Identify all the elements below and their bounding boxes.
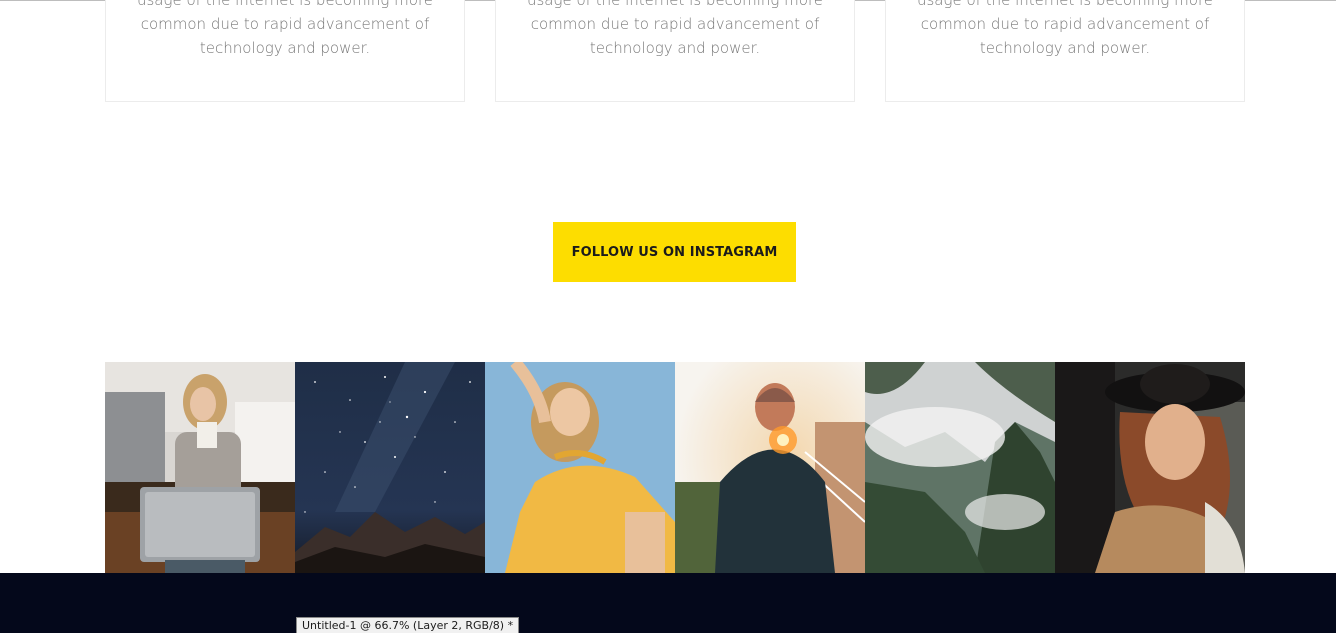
gallery-photo-woman-laptop[interactable] (105, 362, 295, 573)
woman-hat-image (1055, 362, 1245, 573)
gallery-photo-starry-night[interactable] (295, 362, 485, 573)
misty-mountains-image (865, 362, 1055, 573)
instagram-gallery (105, 362, 1245, 573)
starry-night-image (295, 362, 485, 573)
gallery-photo-man-cap[interactable] (675, 362, 865, 573)
feature-card-text: usage of the internet is becoming more c… (526, 0, 824, 57)
feature-card: usage of the internet is becoming more c… (885, 0, 1245, 102)
man-cap-image (675, 362, 865, 573)
gallery-photo-woman-hat[interactable] (1055, 362, 1245, 573)
feature-card: usage of the internet is becoming more c… (495, 0, 855, 102)
gallery-photo-misty-mountains[interactable] (865, 362, 1055, 573)
document-title-tooltip: Untitled-1 @ 66.7% (Layer 2, RGB/8) * (296, 617, 520, 633)
feature-card: usage of the internet is becoming more c… (105, 0, 465, 102)
woman-laptop-image (105, 362, 295, 573)
gallery-photo-woman-sunlight[interactable] (485, 362, 675, 573)
follow-instagram-button[interactable]: FOLLOW US ON INSTAGRAM (553, 222, 796, 282)
site-footer (0, 573, 1336, 633)
page: usage of the internet is becoming more c… (0, 0, 1336, 633)
feature-card-text: usage of the internet is becoming more c… (916, 0, 1214, 57)
woman-sunlight-image (485, 362, 675, 573)
feature-cards: usage of the internet is becoming more c… (105, 0, 1245, 102)
feature-card-text: usage of the internet is becoming more c… (136, 0, 434, 57)
